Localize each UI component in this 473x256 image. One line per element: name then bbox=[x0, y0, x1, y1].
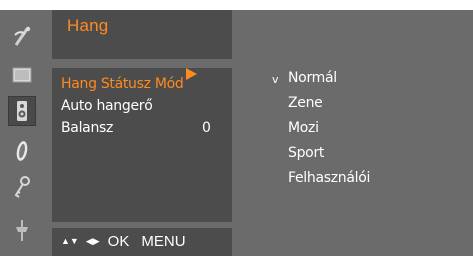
satellite-dish-icon bbox=[14, 26, 31, 46]
option-normal[interactable]: Normál bbox=[288, 70, 337, 86]
ok-hint: OK bbox=[107, 232, 130, 250]
submenu-arrow-icon bbox=[186, 68, 197, 80]
balance-value: 0 bbox=[202, 120, 211, 136]
left-right-arrows-icon: ◀▶ bbox=[85, 235, 100, 246]
menu-footer: ▲▼ ◀▶ OK MENU bbox=[61, 232, 186, 250]
plug-icon bbox=[16, 220, 28, 241]
clock-icon bbox=[16, 141, 28, 161]
menu-item-balance[interactable]: Balansz bbox=[61, 120, 113, 136]
menu-item-sound-mode[interactable]: Hang Státusz Mód bbox=[61, 76, 184, 92]
check-mark-icon: v bbox=[272, 73, 279, 86]
time-category[interactable] bbox=[8, 136, 36, 166]
speaker-icon bbox=[17, 101, 27, 121]
category-sidebar bbox=[0, 10, 52, 256]
menu-item-auto-volume[interactable]: Auto hangerő bbox=[61, 98, 153, 114]
footer-divider bbox=[52, 222, 232, 228]
key-icon bbox=[14, 176, 30, 198]
option-user[interactable]: Felhasználói bbox=[288, 170, 370, 186]
tv-osd-menu: Hang Hang Státusz Mód Auto hangerő Balan… bbox=[0, 0, 473, 256]
title-divider bbox=[52, 59, 232, 68]
sound-mode-submenu: v Normál Zene Mozi Sport Felhasználói bbox=[232, 10, 473, 256]
option-music[interactable]: Zene bbox=[288, 95, 323, 111]
setup-category[interactable] bbox=[8, 22, 36, 52]
menu-title: Hang bbox=[67, 16, 109, 35]
up-down-arrows-icon: ▲▼ bbox=[61, 236, 79, 246]
option-category[interactable] bbox=[8, 216, 36, 246]
option-sport[interactable]: Sport bbox=[288, 145, 324, 161]
sound-category[interactable] bbox=[8, 96, 36, 126]
lock-category[interactable] bbox=[8, 172, 36, 202]
option-movie[interactable]: Mozi bbox=[288, 120, 319, 136]
menu-hint: MENU bbox=[141, 232, 186, 250]
picture-category[interactable] bbox=[8, 60, 36, 90]
picture-icon bbox=[12, 67, 32, 83]
sound-menu-panel: Hang Hang Státusz Mód Auto hangerő Balan… bbox=[52, 10, 232, 256]
